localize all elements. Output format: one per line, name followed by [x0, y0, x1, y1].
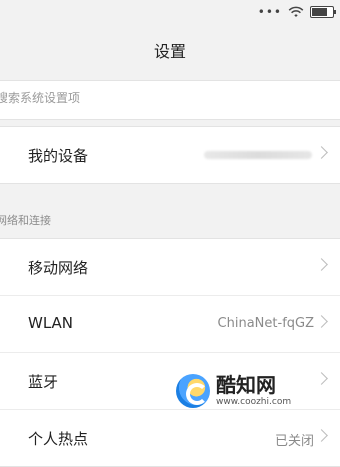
blurred-device-value [204, 151, 312, 159]
chevron-right-icon [315, 258, 328, 271]
mobile-network-label: 移动网络 [28, 259, 89, 277]
status-icons: ••• [257, 5, 336, 19]
network-card: 移动网络 WLAN ChinaNet-fqGZ 蓝牙 个人热点 已关闭 [0, 238, 340, 467]
chevron-right-icon [315, 146, 328, 159]
watermark-name: 酷知网 [216, 373, 276, 397]
wifi-icon [288, 6, 304, 17]
section-label: 网络和连接 [0, 214, 51, 227]
hotspot-value: 已关闭 [274, 434, 314, 449]
chevron-right-icon [315, 429, 328, 442]
watermark-text: 酷知网 www.coozhi.com [216, 374, 291, 408]
wlan-value: ChinaNet-fqGZ [217, 316, 314, 331]
search-box[interactable] [0, 80, 340, 120]
section-header: 网络和连接 [0, 196, 340, 236]
battery-icon [310, 6, 336, 18]
signal-dots: ••• [257, 5, 282, 19]
my-device-row[interactable]: 我的设备 [0, 127, 340, 183]
status-bar: ••• [0, 0, 340, 24]
wlan-row[interactable]: WLAN ChinaNet-fqGZ [0, 296, 340, 353]
search-input[interactable] [0, 90, 298, 106]
battery-fill [312, 8, 327, 16]
wlan-label: WLAN [28, 314, 74, 332]
page-title: 设置 [153, 42, 186, 61]
chevron-right-icon [315, 315, 328, 328]
watermark: 酷知网 www.coozhi.com [176, 366, 340, 416]
bluetooth-label: 蓝牙 [28, 373, 59, 391]
watermark-url: www.coozhi.com [216, 397, 292, 407]
my-device-label: 我的设备 [28, 147, 89, 165]
my-device-card: 我的设备 [0, 126, 340, 184]
title-bar: 设置 [0, 24, 340, 74]
hotspot-row[interactable]: 个人热点 已关闭 [0, 410, 340, 466]
mobile-network-row[interactable]: 移动网络 [0, 239, 340, 296]
coozhi-logo-icon [176, 374, 210, 408]
